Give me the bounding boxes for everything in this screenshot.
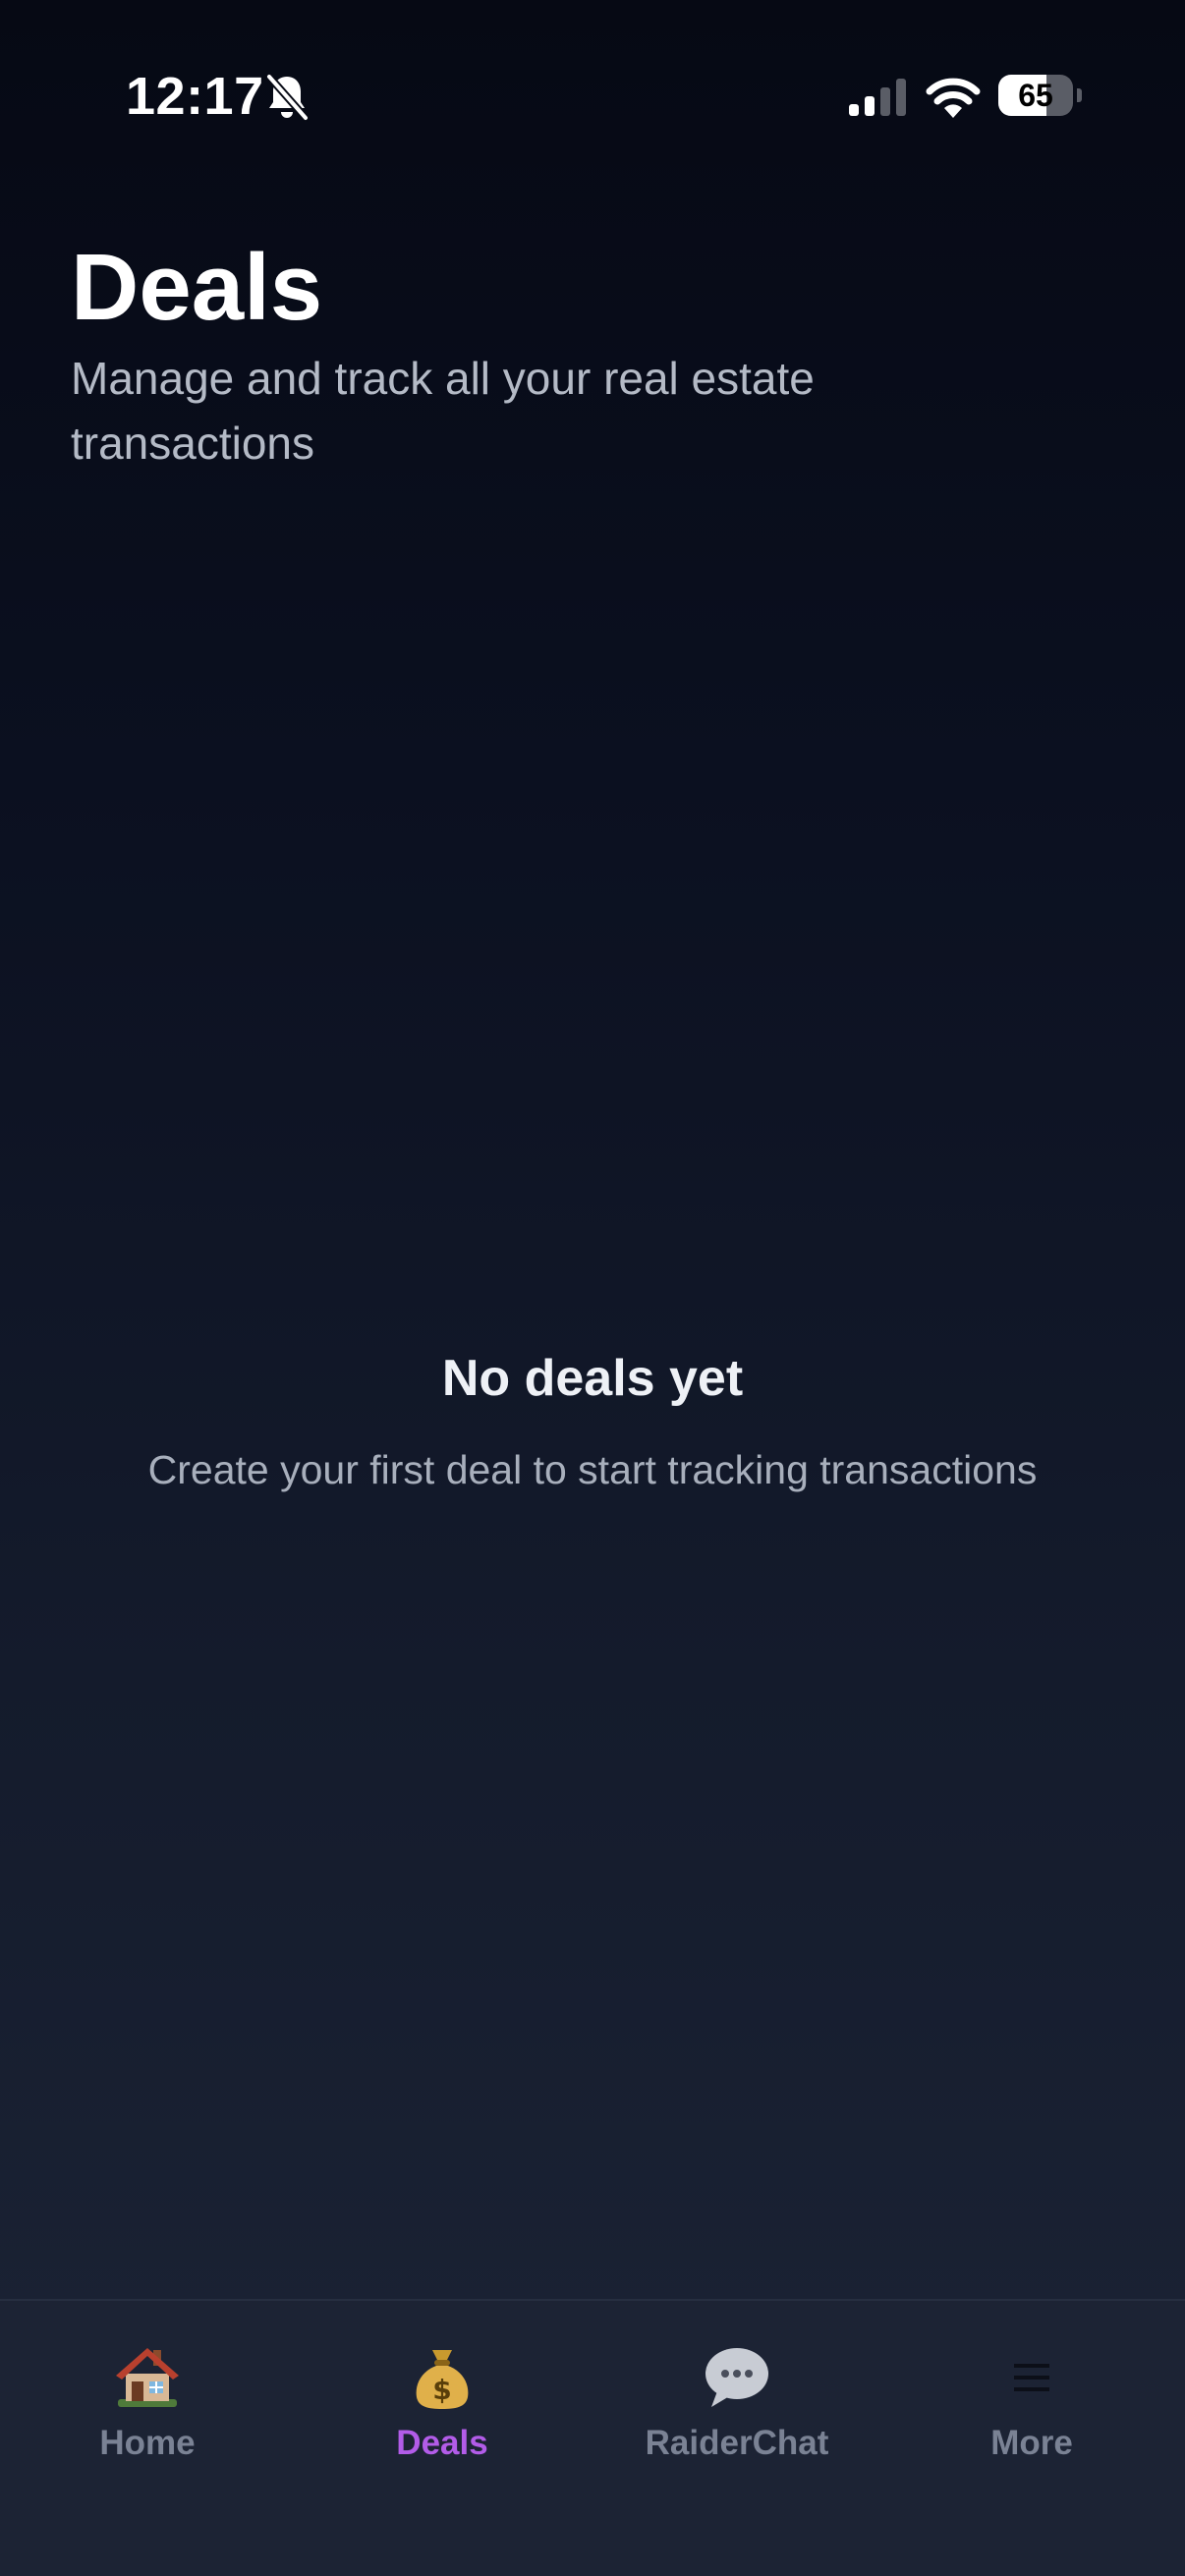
battery-body: 65 bbox=[998, 75, 1073, 116]
money-bag-icon: $ bbox=[416, 2350, 469, 2409]
page-title: Deals bbox=[71, 235, 323, 340]
tab-label-more: More bbox=[990, 2424, 1073, 2462]
tab-label-home: Home bbox=[99, 2424, 196, 2462]
battery-indicator: 65 bbox=[998, 75, 1082, 116]
tab-label-raiderchat: RaiderChat bbox=[645, 2424, 829, 2462]
speech-bubble-icon bbox=[705, 2348, 768, 2407]
deals-screen: 12:17 65 Deals Manage and track all your… bbox=[0, 0, 1185, 2576]
tab-deals[interactable]: $ Deals bbox=[295, 2342, 590, 2470]
status-bar: 12:17 65 bbox=[0, 0, 1185, 196]
svg-text:$: $ bbox=[432, 2374, 451, 2406]
tab-more[interactable]: More bbox=[884, 2342, 1179, 2470]
empty-state-title: No deals yet bbox=[441, 1350, 744, 1407]
bell-slash-icon bbox=[265, 73, 309, 122]
cellular-signal-icon bbox=[849, 79, 906, 116]
tab-raiderchat[interactable]: RaiderChat bbox=[590, 2342, 884, 2470]
tab-home[interactable]: Home bbox=[0, 2342, 295, 2470]
tab-label-deals: Deals bbox=[396, 2424, 488, 2462]
battery-percent: 65 bbox=[1018, 78, 1053, 113]
wifi-icon bbox=[926, 78, 981, 118]
battery-tip bbox=[1077, 88, 1082, 102]
empty-state-message: Create your first deal to start tracking… bbox=[147, 1447, 1038, 1492]
bottom-tab-bar: Home $ Deals RaiderChat More bbox=[0, 2299, 1185, 2576]
house-icon bbox=[116, 2348, 179, 2407]
menu-icon bbox=[1014, 2364, 1049, 2391]
page-subtitle: Manage and track all your real estate tr… bbox=[71, 353, 815, 469]
status-time: 12:17 bbox=[126, 67, 264, 126]
